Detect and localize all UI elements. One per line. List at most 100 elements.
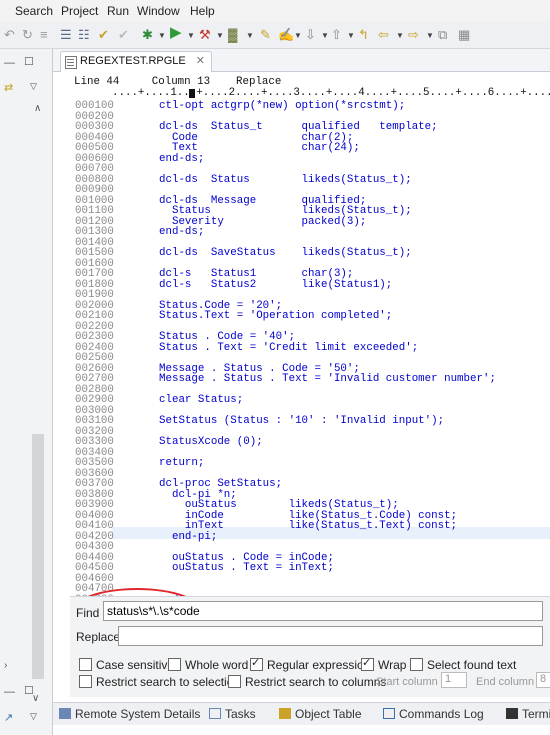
wrap-checkbox[interactable] — [361, 656, 374, 671]
tab-remote-system-details[interactable]: Remote System Details — [59, 707, 200, 721]
link-icon[interactable]: ⇄ — [4, 81, 13, 94]
code-line[interactable]: dcl-ds SaveStatus likeds(Status_t); — [159, 248, 549, 259]
menu-search[interactable]: Search — [15, 4, 53, 18]
code-line[interactable]: end-ds; — [159, 227, 549, 238]
code-line[interactable] — [159, 448, 549, 459]
code-line[interactable]: Status . Code = '40'; — [159, 332, 549, 343]
whole-word-option[interactable]: Whole word — [168, 658, 248, 672]
code-line[interactable] — [159, 574, 549, 585]
code-line[interactable]: ouStatus . Text = inText; — [159, 563, 549, 574]
code-line[interactable]: SetStatus (Status : '10' : 'Invalid inpu… — [159, 416, 549, 427]
code-line[interactable]: return; — [159, 458, 549, 469]
source-code[interactable]: ctl-opt actgrp(*new) option(*srcstmt); dc… — [159, 101, 549, 605]
restrict-columns-option[interactable]: Restrict search to columns — [228, 675, 386, 689]
find-input[interactable] — [103, 601, 543, 621]
restrict-columns-checkbox[interactable] — [228, 675, 241, 688]
run-icon[interactable]: ▶ — [170, 25, 182, 41]
code-line[interactable] — [159, 290, 549, 301]
forward-nav-icon[interactable]: ⇨ — [408, 27, 419, 43]
code-line[interactable]: dcl-proc SetStatus; — [159, 479, 549, 490]
case-sensitive-checkbox[interactable] — [79, 658, 92, 671]
perspective-icon[interactable]: ▦ — [458, 27, 470, 43]
chevron-down-icon[interactable]: ▼ — [294, 28, 302, 44]
code-line[interactable]: StatusXcode (0); — [159, 437, 549, 448]
maximize-icon[interactable]: ☐ — [24, 684, 34, 697]
code-line[interactable]: Message . Status . Text = 'Invalid custo… — [159, 374, 549, 385]
code-line[interactable]: dcl-ds Status likeds(Status_t); — [159, 174, 549, 186]
tab-regextest[interactable]: REGEXTEST.RPGLE ✕ — [60, 51, 212, 72]
chevron-down-icon[interactable]: ▼ — [187, 28, 195, 44]
view-menu-icon[interactable]: ▽ — [30, 81, 37, 92]
minimize-icon[interactable]: — — [4, 686, 15, 698]
code-line[interactable]: end-pi; — [159, 531, 549, 543]
chevron-down-icon[interactable]: ▼ — [246, 28, 254, 44]
chevron-down-icon[interactable]: ▼ — [216, 28, 224, 44]
tab-object-table[interactable]: Object Table — [279, 707, 362, 721]
scrollbar-thumb[interactable] — [32, 434, 44, 679]
outline-icon[interactable]: ☰ — [60, 27, 72, 43]
select-found-text-checkbox[interactable] — [410, 658, 423, 671]
close-icon[interactable]: ✕ — [196, 54, 205, 67]
verify-icon[interactable]: ✔ — [118, 27, 129, 43]
chevron-down-icon[interactable]: ▼ — [321, 28, 329, 44]
code-line[interactable]: clear Status; — [159, 395, 549, 406]
chevron-down-icon[interactable]: ▼ — [426, 28, 434, 44]
last-edit-icon[interactable]: ↰ — [358, 27, 369, 43]
code-line[interactable]: dcl-s Status1 char(3); — [159, 269, 549, 280]
menu-help[interactable]: Help — [190, 4, 215, 18]
code-line[interactable]: ouStatus likeds(Status_t); — [159, 500, 549, 511]
chevron-down-icon[interactable]: ▼ — [396, 28, 404, 44]
maximize-icon[interactable]: ☐ — [24, 55, 34, 68]
tab-tasks[interactable]: Tasks — [209, 707, 256, 721]
tab-commands-log[interactable]: Commands Log — [383, 707, 484, 721]
restrict-selection-option[interactable]: Restrict search to selection — [79, 675, 240, 689]
coverage-icon[interactable]: ▓ — [228, 27, 237, 43]
minimize-icon[interactable]: — — [4, 57, 15, 69]
code-line[interactable]: dcl-s Status2 like(Status1); — [159, 279, 549, 291]
code-editor[interactable]: Line 44 Column 13 Replace ....+....1...+… — [53, 72, 550, 605]
code-line[interactable]: dcl-ds Status_t qualified template; — [159, 122, 549, 133]
back-nav-icon[interactable]: ⇦ — [378, 27, 389, 43]
end-column-input[interactable]: 8 — [536, 672, 550, 688]
edit-icon[interactable]: ✎ — [260, 27, 271, 43]
toggle-icon[interactable]: ≡ — [40, 27, 48, 43]
code-line[interactable]: Severity packed(3); — [159, 216, 549, 228]
regular-expression-checkbox[interactable] — [250, 656, 263, 671]
back-icon[interactable]: ↶ — [4, 27, 15, 43]
code-line[interactable] — [159, 584, 549, 595]
code-line[interactable]: inText like(Status_t.Text) const; — [159, 521, 549, 532]
code-line[interactable] — [159, 164, 549, 175]
code-line[interactable]: Status likeds(Status_t); — [159, 206, 549, 217]
chevron-right-icon[interactable]: › — [4, 660, 7, 671]
replace-input[interactable] — [118, 626, 543, 646]
menu-project[interactable]: Project — [61, 4, 98, 18]
select-found-text-option[interactable]: Select found text — [410, 658, 516, 672]
menu-window[interactable]: Window — [137, 4, 180, 18]
code-line[interactable]: Status.Text = 'Operation completed'; — [159, 311, 549, 322]
scroll-up-icon[interactable]: ∧ — [34, 103, 41, 114]
code-line[interactable]: ctl-opt actgrp(*new) option(*srcstmt); — [159, 101, 549, 112]
debug-icon[interactable]: ✱ — [142, 27, 153, 43]
annotation-icon[interactable]: ✍ — [278, 27, 294, 43]
check-icon[interactable]: ✔ — [98, 27, 109, 43]
external-tools-icon[interactable]: ⚒ — [199, 27, 211, 43]
chevron-down-icon[interactable]: ▼ — [158, 28, 166, 44]
view-menu-icon[interactable]: ▽ — [30, 711, 37, 722]
code-line[interactable] — [159, 185, 549, 196]
prev-annotation-icon[interactable]: ⇧ — [331, 27, 342, 43]
code-line[interactable]: Status . Text = 'Credit limit exceeded'; — [159, 342, 549, 354]
refresh-icon[interactable]: ↻ — [22, 27, 33, 43]
pin-icon[interactable]: ⧉ — [438, 27, 447, 43]
regular-expression-option[interactable]: Regular expression — [250, 656, 370, 672]
code-line[interactable]: Text char(24); — [159, 143, 549, 154]
whole-word-checkbox[interactable] — [168, 658, 181, 671]
code-line[interactable] — [159, 542, 549, 553]
case-sensitive-option[interactable]: Case sensitive — [79, 658, 174, 672]
code-line[interactable] — [159, 353, 549, 364]
menu-run[interactable]: Run — [107, 4, 129, 18]
next-annotation-icon[interactable]: ⇩ — [305, 27, 316, 43]
compare-icon[interactable]: ☷ — [78, 27, 90, 43]
chevron-down-icon[interactable]: ▼ — [347, 28, 355, 44]
tab-terminal[interactable]: Termi — [506, 707, 550, 721]
wrap-option[interactable]: Wrap — [361, 656, 406, 672]
